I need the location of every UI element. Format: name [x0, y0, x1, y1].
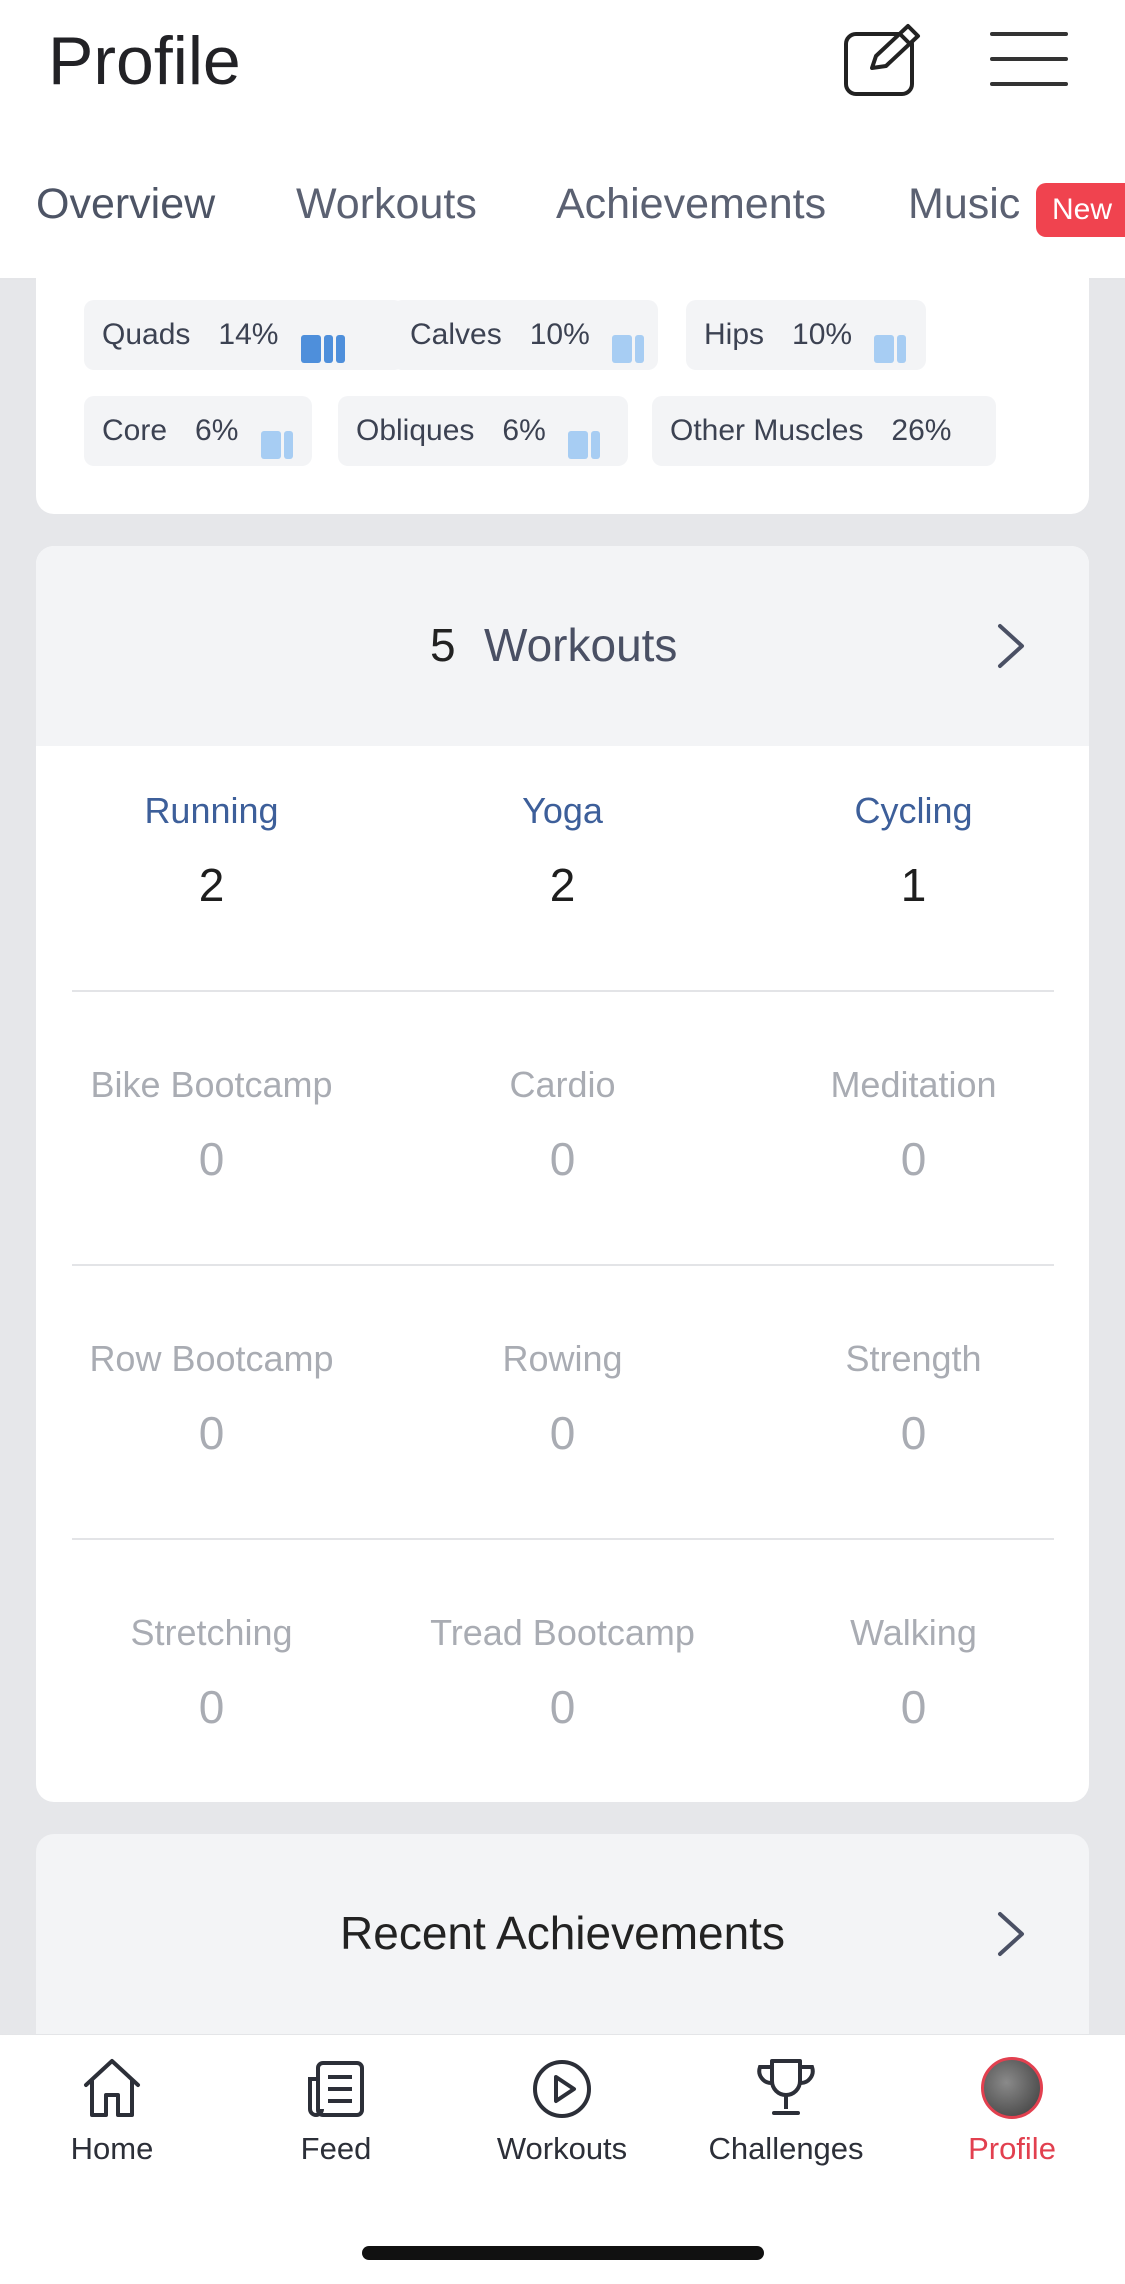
home-icon: [84, 2059, 140, 2117]
trophy-icon: [757, 2059, 815, 2115]
muscle-chip[interactable]: Calves 10%: [392, 300, 658, 370]
workout-type-cell[interactable]: Cycling 1: [738, 790, 1089, 912]
workout-type-label: Stretching: [130, 1612, 293, 1653]
workout-type-label: Yoga: [522, 790, 603, 831]
workout-type-cell[interactable]: Row Bootcamp 0: [36, 1338, 387, 1460]
workouts-card: 5 Workouts Running 2 Yoga 2 Cycling 1 Bike …: [36, 546, 1089, 1802]
workout-type-label: Strength: [845, 1338, 982, 1379]
nav-feed[interactable]: Feed: [236, 2055, 436, 2167]
workout-type-count: 2: [549, 859, 576, 911]
workout-type-count: 0: [900, 1407, 927, 1459]
muscle-chip[interactable]: Other Muscles 26%: [652, 396, 996, 466]
workout-type-count: 0: [900, 1681, 927, 1733]
workout-type-cell[interactable]: Tread Bootcamp 0: [387, 1612, 738, 1734]
workout-types-row: Stretching 0 Tread Bootcamp 0 Walking 0: [36, 1612, 1089, 1802]
workout-type-cell[interactable]: Walking 0: [738, 1612, 1089, 1734]
workout-type-label: Cycling: [854, 790, 973, 831]
workout-type-cell[interactable]: Yoga 2: [387, 790, 738, 912]
chevron-right-icon[interactable]: [996, 1910, 1026, 1958]
workout-type-label: Cardio: [509, 1064, 616, 1105]
muscle-name: Obliques: [356, 414, 475, 447]
hamburger-menu-icon[interactable]: [988, 26, 1070, 92]
avatar: [981, 2057, 1043, 2119]
workout-type-cell[interactable]: Meditation 0: [738, 1064, 1089, 1186]
workout-type-cell[interactable]: Running 2: [36, 790, 387, 912]
workout-type-count: 0: [198, 1407, 225, 1459]
workout-types-row: Bike Bootcamp 0 Cardio 0 Meditation 0: [36, 1064, 1089, 1334]
muscle-percent: 10%: [792, 318, 853, 351]
muscle-percent: 26%: [891, 414, 952, 447]
play-circle-icon: [533, 2060, 591, 2118]
workout-type-count: 0: [549, 1407, 576, 1459]
workout-type-count: 1: [900, 859, 927, 911]
muscle-chip[interactable]: Hips 10%: [686, 300, 926, 370]
muscle-percent: 6%: [195, 414, 239, 447]
workout-type-count: 0: [549, 1133, 576, 1185]
edit-icon[interactable]: [842, 22, 924, 98]
nav-label: Challenges: [708, 2131, 864, 2166]
workout-type-label: Walking: [850, 1612, 977, 1653]
workout-type-label: Bike Bootcamp: [90, 1064, 333, 1105]
nav-label: Home: [70, 2131, 154, 2166]
workout-types-row: Running 2 Yoga 2 Cycling 1: [36, 790, 1089, 1060]
muscle-name: Other Muscles: [670, 414, 864, 447]
nav-label: Feed: [300, 2131, 372, 2166]
workout-types-row: Row Bootcamp 0 Rowing 0 Strength 0: [36, 1338, 1089, 1608]
muscle-percent: 10%: [529, 318, 590, 351]
divider: [72, 1538, 1054, 1540]
muscle-name: Quads: [102, 318, 191, 351]
workout-type-count: 0: [198, 1681, 225, 1733]
muscle-chip[interactable]: Quads 14%: [84, 300, 404, 370]
page-title: Profile: [48, 23, 241, 99]
workout-type-cell[interactable]: Rowing 0: [387, 1338, 738, 1460]
divider: [72, 990, 1054, 992]
new-badge: New: [1036, 183, 1125, 237]
muscle-name: Core: [102, 414, 168, 447]
muscle-bar-icon: [568, 415, 603, 460]
workouts-header[interactable]: 5 Workouts: [36, 546, 1089, 746]
nav-workouts[interactable]: Workouts: [462, 2055, 662, 2167]
muscle-name: Calves: [410, 318, 502, 351]
muscle-percent: 14%: [218, 318, 279, 351]
muscle-chip[interactable]: Core 6%: [84, 396, 312, 466]
workout-type-label: Tread Bootcamp: [430, 1612, 695, 1653]
muscle-groups-card: Quads 14% Calves 10% Hips 10% Core 6% Obliqu…: [36, 240, 1089, 514]
nav-label: Workouts: [496, 2131, 628, 2166]
header: Profile Overview Workouts Achievements M…: [0, 0, 1125, 280]
workout-type-cell[interactable]: Stretching 0: [36, 1612, 387, 1734]
nav-profile[interactable]: Profile: [912, 2055, 1112, 2167]
home-indicator: [362, 2246, 764, 2260]
workout-type-label: Running: [144, 790, 279, 831]
recent-achievements-title: Recent Achievements: [340, 1907, 785, 1959]
workout-type-label: Rowing: [502, 1338, 623, 1379]
workout-type-count: 0: [198, 1133, 225, 1185]
muscle-bar-icon: [874, 319, 909, 364]
workouts-title: Workouts: [484, 619, 678, 671]
nav-label: Profile: [968, 2131, 1056, 2166]
workout-type-cell[interactable]: Cardio 0: [387, 1064, 738, 1186]
chevron-right-icon[interactable]: [996, 622, 1026, 670]
muscle-bar-icon: [260, 415, 296, 460]
workouts-count: 5: [430, 619, 456, 671]
recent-achievements-card[interactable]: Recent Achievements: [36, 1834, 1089, 2034]
workout-type-cell[interactable]: Bike Bootcamp 0: [36, 1064, 387, 1186]
workout-type-label: Row Bootcamp: [89, 1338, 334, 1379]
workout-type-count: 0: [549, 1681, 576, 1733]
muscle-name: Hips: [704, 318, 765, 351]
workout-type-count: 0: [900, 1133, 927, 1185]
workout-type-label: Meditation: [830, 1064, 997, 1105]
nav-home[interactable]: Home: [12, 2055, 212, 2167]
nav-challenges[interactable]: Challenges: [686, 2055, 886, 2167]
workout-type-count: 2: [198, 859, 225, 911]
feed-icon: [308, 2061, 364, 2117]
muscle-percent: 6%: [502, 414, 546, 447]
divider: [72, 1264, 1054, 1266]
muscle-bar-icon: [612, 319, 647, 364]
muscle-bar-icon: [300, 319, 348, 364]
workout-type-cell[interactable]: Strength 0: [738, 1338, 1089, 1460]
muscle-chip[interactable]: Obliques 6%: [338, 396, 628, 466]
